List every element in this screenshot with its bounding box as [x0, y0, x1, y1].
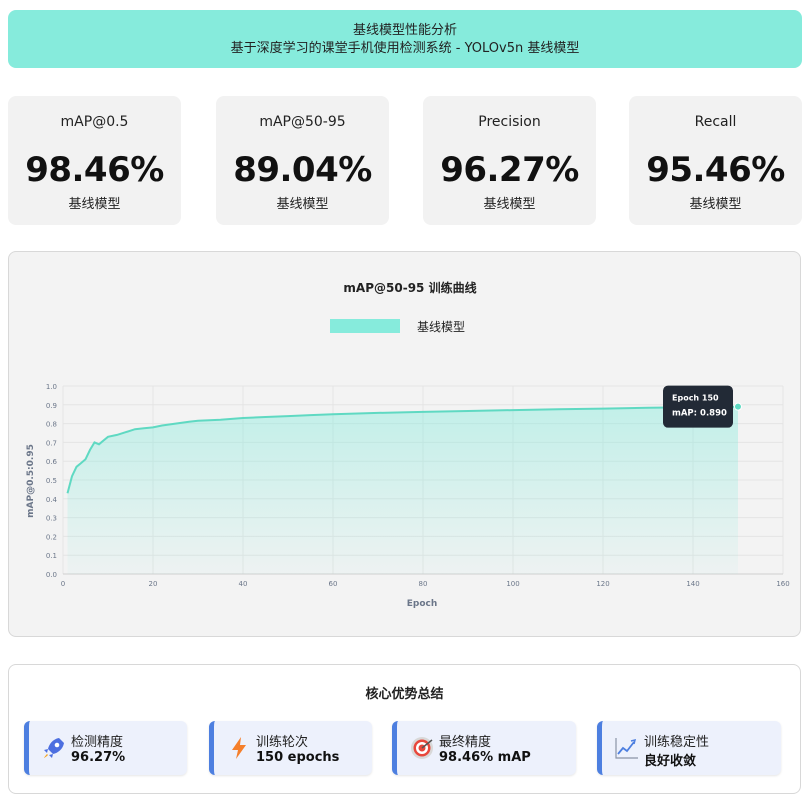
- stat-card-map50: mAP@0.5 98.46% 基线模型: [8, 96, 181, 225]
- stat-sub: 基线模型: [689, 197, 742, 212]
- advantage-card-stability: 训练稳定性 良好收敛: [597, 721, 781, 775]
- x-tick-label: 80: [419, 580, 428, 588]
- advantage-value: 良好收敛: [644, 754, 697, 769]
- stat-value: 95.46%: [646, 150, 785, 190]
- stat-sub: 基线模型: [276, 197, 329, 212]
- page-title: 基线模型性能分析: [352, 23, 457, 38]
- y-tick-label: 0.7: [46, 439, 57, 447]
- stat-card-recall: Recall 95.46% 基线模型: [629, 96, 802, 225]
- lightning-icon: [232, 737, 246, 759]
- stat-value: 96.27%: [440, 150, 579, 190]
- series-area: [67, 406, 738, 574]
- x-tick-label: 0: [61, 580, 65, 588]
- x-tick-label: 60: [329, 580, 338, 588]
- tooltip-title: Epoch 150: [672, 394, 719, 403]
- stat-card-map50-95: mAP@50-95 89.04% 基线模型: [216, 96, 389, 225]
- x-tick-label: 20: [149, 580, 158, 588]
- advantage-title: 训练稳定性: [644, 735, 710, 750]
- tooltip-value: mAP: 0.890: [672, 409, 727, 419]
- y-tick-label: 0.9: [46, 402, 57, 410]
- stat-label: mAP@50-95: [259, 114, 346, 130]
- y-tick-label: 0.3: [46, 515, 57, 523]
- stat-label: mAP@0.5: [60, 114, 129, 130]
- stat-sub: 基线模型: [68, 197, 121, 212]
- x-tick-label: 40: [239, 580, 248, 588]
- y-tick-label: 0.4: [46, 496, 58, 504]
- y-axis-label: mAP@0.5:0.95: [26, 444, 36, 518]
- summary-title: 核心优势总结: [365, 687, 444, 702]
- advantage-card-final-accuracy: 最终精度 98.46% mAP: [392, 721, 576, 775]
- x-tick-label: 140: [686, 580, 699, 588]
- chart-tooltip: Epoch 150 mAP: 0.890: [663, 385, 733, 428]
- header-banner: 基线模型性能分析 基于深度学习的课堂手机使用检测系统 - YOLOv5n 基线模…: [8, 10, 802, 68]
- advantage-title: 训练轮次: [256, 735, 309, 750]
- summary-card: 核心优势总结 检测精度 96.27% 训练轮次 150 epochs 最终精度 …: [8, 664, 801, 794]
- last-point-marker[interactable]: [734, 402, 742, 411]
- stat-value: 98.46%: [25, 150, 164, 190]
- stat-value: 89.04%: [233, 150, 372, 190]
- y-tick-label: 0.1: [46, 552, 57, 560]
- rocket-icon: [44, 738, 64, 758]
- advantage-value: 150 epochs: [256, 750, 340, 765]
- stat-card-precision: Precision 96.27% 基线模型: [423, 96, 596, 225]
- advantage-title: 最终精度: [439, 735, 492, 750]
- page-subtitle: 基于深度学习的课堂手机使用检测系统 - YOLOv5n 基线模型: [230, 41, 580, 56]
- stat-label: Precision: [478, 114, 541, 130]
- y-tick-label: 0.0: [46, 571, 57, 579]
- advantage-card-epochs: 训练轮次 150 epochs: [209, 721, 372, 775]
- target-icon: [411, 737, 433, 759]
- x-tick-label: 100: [506, 580, 519, 588]
- training-curve-card: mAP@50-95 训练曲线 基线模型 0.0 0.1 0.2 0.3 0.4 0.5 0.…: [8, 251, 801, 637]
- y-tick-label: 0.2: [46, 533, 57, 541]
- advantage-value: 98.46% mAP: [439, 750, 531, 765]
- y-tick-label: 0.5: [46, 477, 57, 485]
- stat-label: Recall: [694, 114, 737, 130]
- y-tick-label: 1.0: [46, 383, 57, 391]
- trend-chart-icon: [615, 738, 638, 759]
- training-curve-chart[interactable]: mAP@50-95 训练曲线 基线模型 0.0 0.1 0.2 0.3 0.4 0.5 0.…: [9, 252, 802, 638]
- legend-label[interactable]: 基线模型: [417, 320, 465, 334]
- advantage-card-accuracy: 检测精度 96.27%: [24, 721, 187, 775]
- y-tick-label: 0.8: [46, 421, 57, 429]
- chart-title: mAP@50-95 训练曲线: [343, 280, 476, 295]
- advantage-value: 96.27%: [71, 750, 126, 765]
- y-tick-label: 0.6: [46, 458, 58, 466]
- x-axis-label: Epoch: [407, 599, 438, 609]
- advantage-title: 检测精度: [71, 735, 124, 750]
- x-tick-label: 120: [596, 580, 609, 588]
- stat-sub: 基线模型: [483, 197, 536, 212]
- x-tick-label: 160: [776, 580, 789, 588]
- legend-swatch[interactable]: [330, 319, 400, 333]
